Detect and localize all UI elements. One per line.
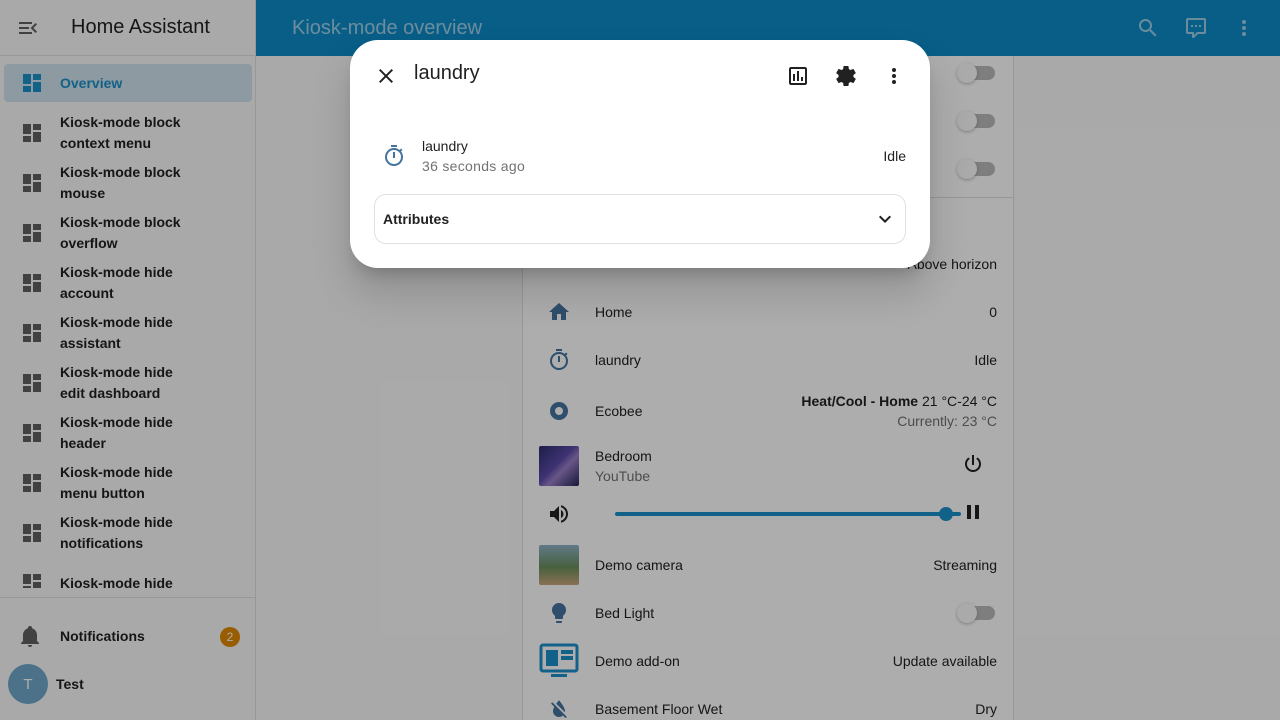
dialog-header: laundry	[350, 40, 930, 112]
attributes-expander[interactable]: Attributes	[374, 194, 906, 244]
chart-box-icon	[789, 67, 807, 85]
last-changed: 36 seconds ago	[422, 158, 526, 174]
close-button[interactable]	[362, 52, 410, 100]
attributes-label: Attributes	[383, 211, 450, 227]
timer-icon	[374, 136, 414, 176]
dialog-entity-row: laundry 36 seconds ago Idle	[374, 132, 906, 180]
history-button[interactable]	[774, 52, 822, 100]
dialog-title: laundry	[414, 62, 480, 84]
entity-name: laundry	[422, 138, 468, 154]
dialog-menu-button[interactable]	[870, 52, 918, 100]
entity-state: Idle	[883, 148, 906, 164]
gear-icon	[836, 66, 856, 86]
close-icon	[379, 69, 393, 83]
more-info-dialog: laundry laundry 36 seconds ago Idle Attr…	[350, 40, 930, 268]
dialog-entity-info: laundry 36 seconds ago	[422, 138, 525, 174]
chevron-down-icon	[873, 207, 897, 231]
settings-button[interactable]	[822, 52, 870, 100]
dots-vertical-icon	[892, 68, 896, 84]
